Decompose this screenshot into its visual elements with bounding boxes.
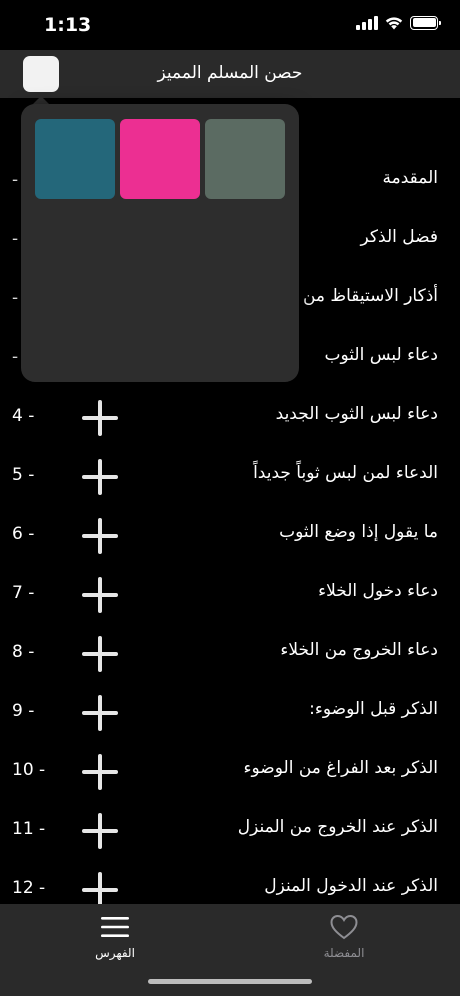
- cellular-signal-icon: [356, 15, 378, 30]
- list-item-title: دعاء لبس الثوب: [324, 345, 439, 365]
- add-favorite-plus-icon[interactable]: [82, 872, 118, 904]
- status-bar: 1:13: [0, 0, 460, 50]
- list-item-title: أذكار الاستيقاظ من: [302, 286, 438, 306]
- status-icons: [356, 15, 441, 30]
- page-title: حصن المسلم المميز: [157, 63, 303, 83]
- list-item-number: 11 -: [12, 819, 46, 839]
- list-item-title: دعاء الخروج من الخلاء: [280, 640, 438, 660]
- list-item-number: 7 -: [12, 583, 35, 603]
- list-item[interactable]: دعاء دخول الخلاء 7 -: [0, 565, 460, 624]
- list-item[interactable]: دعاء الخروج من الخلاء 8 -: [0, 624, 460, 683]
- list-item-title: الدعاء لمن لبس ثوباً جديداً: [253, 463, 438, 483]
- list-item-title: الذكر عند الخروج من المنزل: [237, 817, 438, 837]
- color-picker-popover: [21, 104, 299, 382]
- tab-favorites-label: المفضلة: [323, 946, 365, 960]
- tab-favorites[interactable]: المفضلة: [284, 910, 404, 966]
- heart-icon: [330, 914, 358, 940]
- list-item-title: دعاء لبس الثوب الجديد: [275, 404, 438, 424]
- list-item-number: -: [12, 288, 19, 308]
- list-item[interactable]: الذكر عند الدخول المنزل 12 -: [0, 860, 460, 904]
- add-favorite-plus-icon[interactable]: [82, 813, 118, 849]
- list-item-title: ما يقول إذا وضع الثوب: [279, 522, 438, 542]
- color-swatch-gray-green[interactable]: [205, 119, 285, 199]
- status-time: 1:13: [44, 14, 92, 36]
- list-item[interactable]: الذكر بعد الفراغ من الوضوء 10 -: [0, 742, 460, 801]
- list-item-title: فضل الذكر: [360, 227, 438, 247]
- add-favorite-plus-icon[interactable]: [82, 459, 118, 495]
- list-item[interactable]: ما يقول إذا وضع الثوب 6 -: [0, 506, 460, 565]
- add-favorite-plus-icon[interactable]: [82, 518, 118, 554]
- list-item-title: دعاء دخول الخلاء: [318, 581, 438, 601]
- list-item-number: 9 -: [12, 701, 35, 721]
- wifi-icon: [385, 17, 403, 30]
- list-item-number: -: [12, 229, 19, 249]
- add-favorite-plus-icon[interactable]: [82, 754, 118, 790]
- tab-index[interactable]: الفهرس: [55, 910, 175, 966]
- list-item-number: 10 -: [12, 760, 46, 780]
- list-item-number: -: [12, 170, 19, 190]
- add-favorite-plus-icon[interactable]: [82, 636, 118, 672]
- tab-index-label: الفهرس: [95, 946, 135, 960]
- list-item[interactable]: دعاء لبس الثوب الجديد 4 -: [0, 388, 460, 447]
- home-indicator: [148, 979, 312, 984]
- add-favorite-plus-icon[interactable]: [82, 400, 118, 436]
- battery-icon: [410, 15, 441, 30]
- add-favorite-plus-icon[interactable]: [82, 695, 118, 731]
- nav-bar: حصن المسلم المميز: [0, 50, 460, 98]
- list-item-number: 8 -: [12, 642, 35, 662]
- list-item[interactable]: الذكر عند الخروج من المنزل 11 -: [0, 801, 460, 860]
- add-favorite-plus-icon[interactable]: [82, 577, 118, 613]
- menu-lines-icon: [101, 917, 129, 937]
- list-item[interactable]: الدعاء لمن لبس ثوباً جديداً 5 -: [0, 447, 460, 506]
- color-swatch-teal[interactable]: [35, 119, 115, 199]
- list-item-title: المقدمة: [382, 168, 438, 188]
- color-picker-button[interactable]: [23, 56, 59, 92]
- list-item-number: -: [12, 347, 19, 367]
- list-item-title: الذكر قبل الوضوء:: [309, 699, 438, 719]
- list-item-number: 12 -: [12, 878, 46, 898]
- list-item-number: 4 -: [12, 406, 35, 426]
- list-item-title: الذكر بعد الفراغ من الوضوء: [243, 758, 438, 778]
- list-item-number: 6 -: [12, 524, 35, 544]
- list-item[interactable]: الذكر قبل الوضوء: 9 -: [0, 683, 460, 742]
- list-item-title: الذكر عند الدخول المنزل: [264, 876, 438, 896]
- color-swatch-pink[interactable]: [120, 119, 200, 199]
- list-item-number: 5 -: [12, 465, 35, 485]
